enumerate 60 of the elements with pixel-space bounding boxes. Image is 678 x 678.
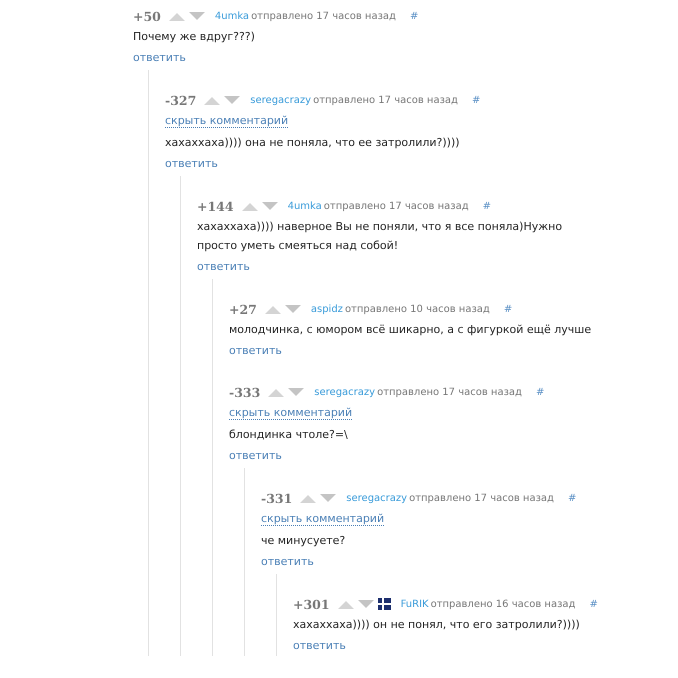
hide-comment-link[interactable]: скрыть комментарий (229, 406, 352, 420)
permalink[interactable]: # (504, 304, 512, 314)
comment-text: молодчинка, с юмором всё шикарно, а с фигуркой ещё лучше (229, 322, 592, 338)
comment-text: хахаххаха)))) он не понял, что его затролили?)))) (293, 617, 581, 633)
author-link[interactable]: seregacrazy (250, 94, 312, 106)
permalink[interactable]: # (472, 94, 480, 106)
upvote-icon[interactable] (204, 96, 220, 104)
downvote-icon[interactable] (320, 494, 336, 502)
comment-score: -331 (261, 490, 292, 506)
permalink[interactable]: # (482, 200, 492, 212)
comment-score: -327 (165, 92, 196, 108)
reply-link[interactable]: ответить (133, 51, 186, 64)
post-time: отправлено 17 часов назад (377, 386, 522, 398)
downvote-icon[interactable] (358, 600, 374, 608)
post-time: отправлено 16 часов назад (430, 598, 576, 610)
comment-score: -333 (229, 384, 260, 400)
downvote-icon[interactable] (284, 304, 301, 314)
comment-text: блондинка чтоле?=\ (229, 427, 349, 443)
reply-link[interactable]: ответить (293, 639, 346, 652)
upvote-icon[interactable] (264, 304, 281, 314)
hide-comment-link[interactable]: скрыть комментарий (165, 114, 288, 128)
upvote-icon[interactable] (168, 12, 185, 20)
comment-score: +144 (197, 198, 234, 214)
upvote-icon[interactable] (242, 202, 258, 210)
permalink[interactable]: # (536, 386, 544, 398)
comment-score: +301 (293, 596, 330, 612)
upvote-icon[interactable] (338, 600, 354, 608)
author-link[interactable]: FuRIK (400, 598, 429, 610)
comment-text: хахаххаха)))) наверное Вы не поняли, что я все поняла)Нужно просто уметь смеяться над собой! (197, 219, 564, 254)
post-time: отправлено 17 часов назад (324, 200, 469, 212)
permalink[interactable]: # (410, 10, 418, 22)
permalink[interactable]: # (589, 598, 598, 610)
upvote-icon[interactable] (300, 494, 316, 502)
upvote-icon[interactable] (268, 388, 284, 396)
flag-icon (378, 598, 391, 610)
post-time: отправлено 17 часов назад (251, 10, 396, 22)
comment-text: хахаххаха)))) она не поняла, что ее затролили?)))) (165, 135, 461, 151)
reply-link[interactable]: ответить (165, 157, 218, 170)
comment-score: +27 (229, 302, 257, 316)
downvote-icon[interactable] (188, 12, 205, 20)
reply-link[interactable]: ответить (197, 260, 250, 273)
author-link[interactable]: seregacrazy (346, 492, 408, 504)
post-time: отправлено 17 часов назад (409, 492, 554, 504)
downvote-icon[interactable] (224, 96, 240, 104)
author-link[interactable]: 4umka (214, 10, 250, 22)
post-time: отправлено 17 часов назад (313, 94, 458, 106)
reply-link[interactable]: ответить (229, 344, 282, 357)
comment-text: че минусуете? (261, 533, 346, 549)
author-link[interactable]: aspidz (310, 304, 343, 314)
comment-text: Почему же вдруг???) (133, 29, 256, 45)
author-link[interactable]: seregacrazy (314, 386, 376, 398)
reply-link[interactable]: ответить (261, 555, 314, 568)
reply-link[interactable]: ответить (229, 449, 282, 462)
permalink[interactable]: # (568, 492, 576, 504)
hide-comment-link[interactable]: скрыть комментарий (261, 512, 384, 526)
downvote-icon[interactable] (288, 388, 304, 396)
post-time: отправлено 10 часов назад (344, 304, 490, 314)
downvote-icon[interactable] (262, 202, 278, 210)
comment-score: +50 (133, 8, 161, 24)
author-link[interactable]: 4umka (288, 200, 322, 212)
